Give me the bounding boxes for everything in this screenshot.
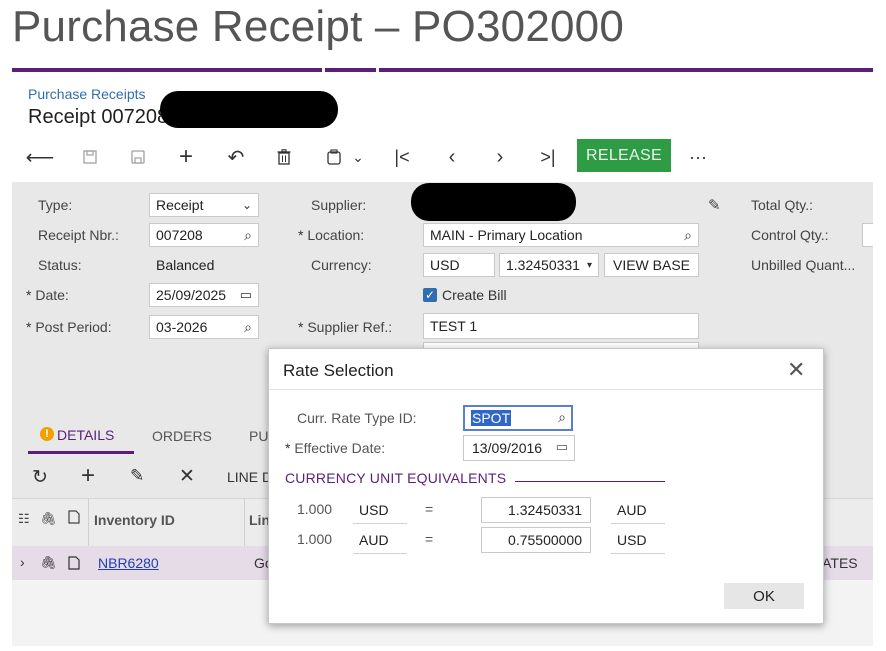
last-record-icon[interactable]: >| xyxy=(536,144,560,170)
edit-pencil-icon[interactable]: ✎ xyxy=(708,196,721,214)
status-value: Balanced xyxy=(156,257,215,273)
release-button[interactable]: RELEASE xyxy=(577,139,671,172)
row-expand-icon[interactable]: › xyxy=(20,554,25,570)
type-select[interactable]: Receipt ⌄ xyxy=(149,193,259,217)
more-menu-button[interactable]: ··· xyxy=(684,144,712,170)
section-divider xyxy=(515,481,665,482)
section-title: CURRENCY UNIT EQUIVALENTS xyxy=(285,470,507,486)
column-divider xyxy=(88,499,89,547)
search-icon[interactable]: ⌕ xyxy=(244,319,252,336)
to-currency-cell: USD xyxy=(611,527,665,554)
currency-field[interactable]: USD xyxy=(423,253,495,277)
ok-button[interactable]: OK xyxy=(724,583,804,609)
inventory-id-link[interactable]: NBR6280 xyxy=(98,555,159,571)
from-currency-cell: AUD xyxy=(353,527,407,554)
to-currency-cell: AUD xyxy=(611,497,665,524)
date-label: * Date: xyxy=(26,287,69,303)
dialog-divider xyxy=(269,389,823,390)
create-bill-checkbox[interactable]: ✓ xyxy=(423,288,437,302)
view-base-button[interactable]: VIEW BASE xyxy=(604,253,699,277)
page-title: Receipt 007208 xyxy=(28,106,169,128)
refresh-icon[interactable]: ↻ xyxy=(32,466,48,489)
tab-orders[interactable]: ORDERS xyxy=(152,428,212,444)
unit-amount: 1.000 xyxy=(297,531,333,547)
supplier-ref-field[interactable]: TEST 1 xyxy=(423,313,699,339)
breadcrumb[interactable]: Purchase Receipts xyxy=(28,86,146,102)
copy-paste-icon[interactable] xyxy=(322,144,346,170)
redaction-box xyxy=(160,91,338,128)
search-icon[interactable]: ⌕ xyxy=(244,227,252,244)
previous-record-icon[interactable]: ‹ xyxy=(440,144,464,170)
back-icon[interactable]: ⟵ xyxy=(26,144,55,170)
notes-icon[interactable] xyxy=(68,556,80,575)
location-field[interactable]: MAIN - Primary Location ⌕ xyxy=(423,223,699,247)
total-qty-label: Total Qty.: xyxy=(751,197,813,213)
delete-icon[interactable] xyxy=(272,144,296,170)
active-tab-indicator xyxy=(28,451,134,454)
effective-date-field[interactable]: 13/09/2016 ▭ xyxy=(463,435,575,461)
column-header-inventory-id[interactable]: Inventory ID xyxy=(94,512,175,528)
tab-partial[interactable]: PU xyxy=(249,428,268,444)
attachment-icon[interactable]: 🖇 xyxy=(40,555,57,571)
chevron-down-icon: ⌄ xyxy=(241,198,252,212)
unbilled-qty-label: Unbilled Quant... xyxy=(751,257,856,273)
edit-icon[interactable]: ✎ xyxy=(130,466,144,486)
row-selector-icon: ☷ xyxy=(18,511,30,526)
calendar-icon[interactable]: ▭ xyxy=(240,287,252,303)
calendar-icon[interactable]: ▭ xyxy=(556,439,568,455)
effective-date-label: * Effective Date: xyxy=(285,440,386,456)
status-label: Status: xyxy=(38,257,82,273)
tab-details[interactable]: DETAILS xyxy=(57,427,114,443)
first-record-icon[interactable]: |< xyxy=(390,144,414,170)
rate-type-label: Curr. Rate Type ID: xyxy=(297,410,417,426)
rate-field[interactable]: 0.75500000 xyxy=(481,527,591,553)
from-currency-cell: USD xyxy=(353,497,407,524)
add-row-icon[interactable]: + xyxy=(81,462,95,490)
unit-amount: 1.000 xyxy=(297,501,333,517)
post-period-label: * Post Period: xyxy=(26,319,112,335)
search-icon[interactable]: ⌕ xyxy=(558,409,566,426)
attachment-icon: 🖇 xyxy=(40,511,57,526)
currency-label: Currency: xyxy=(311,257,372,273)
warning-icon: ! xyxy=(40,427,54,441)
currency-rate-dropdown[interactable]: 1.32450331 ▾ xyxy=(499,253,599,277)
equals-sign: = xyxy=(425,501,434,517)
line-details-button[interactable]: LINE D xyxy=(227,469,272,485)
rate-field[interactable]: 1.32450331 xyxy=(481,497,591,523)
chevron-down-icon[interactable]: ⌄ xyxy=(350,144,366,170)
search-icon[interactable]: ⌕ xyxy=(684,227,692,244)
save-icon[interactable] xyxy=(126,144,150,170)
supplier-label: Supplier: xyxy=(311,197,367,213)
delete-row-icon[interactable]: ✕ xyxy=(179,465,195,488)
redaction-box xyxy=(411,183,576,221)
dialog-title: Rate Selection xyxy=(283,361,394,380)
notes-icon xyxy=(68,510,80,529)
save-and-close-icon[interactable] xyxy=(78,144,102,170)
next-record-icon[interactable]: › xyxy=(488,144,512,170)
create-bill-label: Create Bill xyxy=(442,287,507,303)
date-field[interactable]: 25/09/2025 ▭ xyxy=(149,283,259,307)
rate-type-value: SPOT xyxy=(471,410,512,426)
rate-selection-dialog: Rate Selection ✕ Curr. Rate Type ID: SPO… xyxy=(268,348,824,624)
control-qty-field[interactable] xyxy=(862,223,873,247)
control-qty-label: Control Qty.: xyxy=(751,227,829,243)
screen-header: Purchase Receipts Receipt 007208 ⟵ + ↶ ⌄… xyxy=(12,72,873,182)
close-icon[interactable]: ✕ xyxy=(787,357,805,383)
add-icon[interactable]: + xyxy=(174,143,198,170)
supplier-ref-label: * Supplier Ref.: xyxy=(298,319,393,335)
caret-down-icon: ▾ xyxy=(586,260,592,271)
undo-icon[interactable]: ↶ xyxy=(224,144,248,170)
location-label: * Location: xyxy=(298,227,365,243)
equals-sign: = xyxy=(425,531,434,547)
column-header-line-type[interactable]: Lin xyxy=(249,512,270,528)
receipt-nbr-field[interactable]: 007208 ⌕ xyxy=(149,223,259,247)
document-title: Purchase Receipt – PO302000 xyxy=(12,2,625,51)
rate-type-field[interactable]: SPOT ⌕ xyxy=(463,405,573,431)
receipt-nbr-label: Receipt Nbr.: xyxy=(38,227,119,243)
type-label: Type: xyxy=(38,197,73,213)
column-divider xyxy=(244,499,245,547)
post-period-field[interactable]: 03-2026 ⌕ xyxy=(149,315,259,339)
